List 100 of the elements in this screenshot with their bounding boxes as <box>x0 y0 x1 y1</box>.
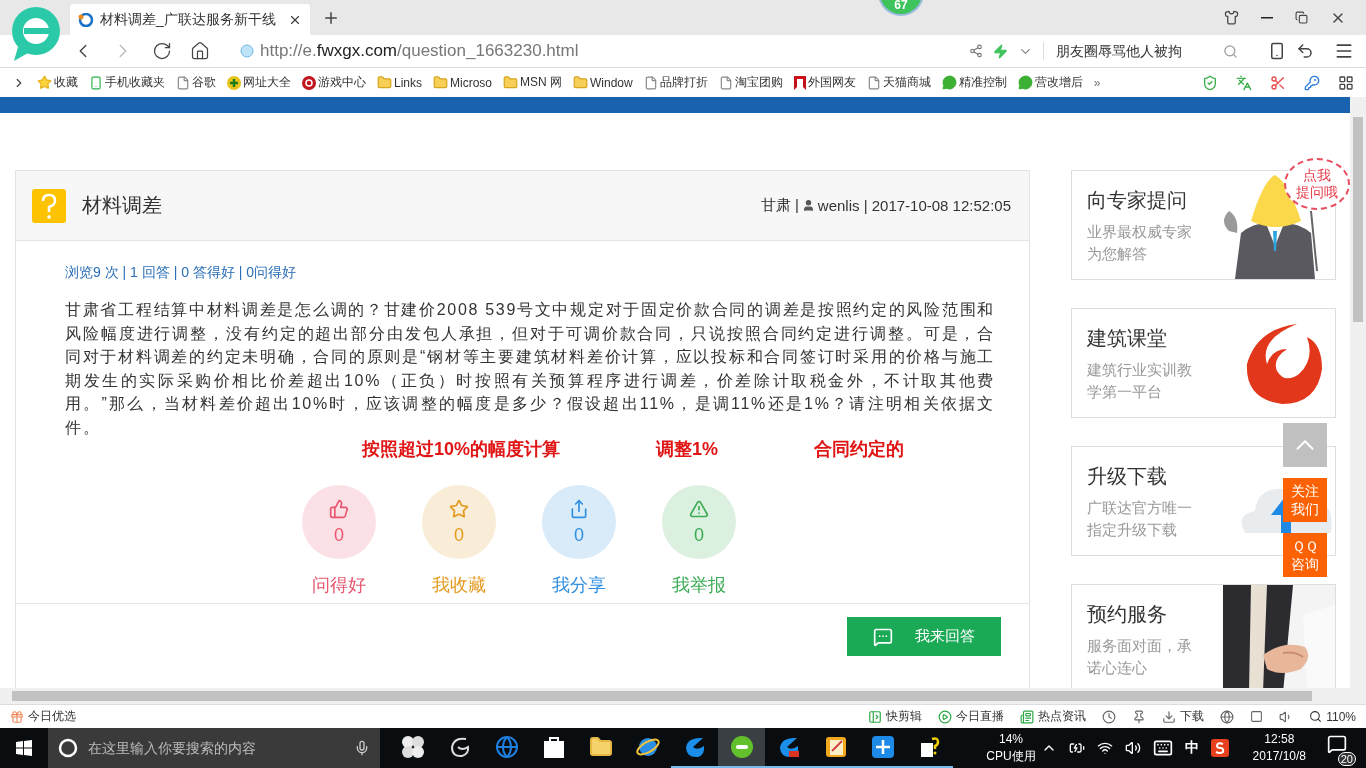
bookmark-link[interactable]: 外国网友 <box>793 74 856 91</box>
bookmark-link[interactable]: 营改增后 <box>1017 74 1083 91</box>
shield-icon[interactable] <box>1202 74 1218 91</box>
notification-button[interactable]: 20 <box>1318 730 1356 766</box>
play-icon <box>938 709 953 724</box>
folder-icon <box>588 735 613 759</box>
question-title: 材料调差 <box>82 193 162 218</box>
pin-icon[interactable] <box>1132 709 1147 724</box>
user-icon <box>801 199 815 212</box>
home-button[interactable] <box>190 41 210 61</box>
tab-title: 材料调差_广联达服务新干线 <box>100 10 277 29</box>
menu-icon[interactable] <box>1334 41 1354 61</box>
share-icon <box>569 498 589 519</box>
promo-card[interactable]: 预约服务 服务面对面，承诺心连心 <box>1071 584 1336 688</box>
apps-icon[interactable] <box>1338 74 1354 91</box>
globe-icon[interactable] <box>1220 709 1235 724</box>
chat-icon <box>873 626 893 647</box>
reload-button[interactable] <box>152 41 172 61</box>
undo-icon[interactable] <box>1296 42 1314 60</box>
bookmark-link[interactable]: 谷歌 <box>176 74 216 91</box>
promo-title: 预约服务 <box>1087 602 1168 627</box>
phone-icon[interactable] <box>1268 42 1286 60</box>
folder-icon <box>377 75 392 90</box>
windows-icon <box>15 740 32 756</box>
bookmark-link[interactable]: 淘宝团购 <box>718 74 783 91</box>
promo-card[interactable]: 建筑课堂 建筑行业实训教学第一平台 <box>1071 308 1336 418</box>
thumbs-up-icon <box>329 498 349 519</box>
share-icon[interactable] <box>969 44 983 58</box>
volume-icon[interactable] <box>1124 740 1141 756</box>
question-icon <box>32 188 66 223</box>
clock-text[interactable]: 12:58 2017/10/8 <box>1252 731 1306 765</box>
taskbar-search-box[interactable]: 在这里输入你要搜索的内容 <box>47 728 381 768</box>
promo-title: 向专家提问 <box>1087 188 1188 213</box>
scissors-icon[interactable] <box>1270 74 1286 91</box>
translate-icon[interactable] <box>1236 74 1252 91</box>
browser-tab[interactable]: 材料调差_广联达服务新干线 <box>70 4 310 35</box>
status-link[interactable]: 今日优选 <box>10 708 76 725</box>
phone-icon <box>89 75 103 90</box>
chat-icon <box>1017 75 1033 90</box>
minimize-icon <box>1261 16 1273 19</box>
status-link[interactable]: 下载 <box>1162 708 1205 725</box>
key-icon[interactable] <box>1304 74 1320 91</box>
count-text: 0 <box>574 524 584 546</box>
vertical-scrollbar[interactable] <box>1350 97 1366 688</box>
clip-icon <box>868 709 883 724</box>
url-field[interactable]: http://e.fwxgx.com/question_1663230.html <box>260 41 579 61</box>
notepad-icon <box>823 735 848 759</box>
bookmark-link[interactable]: 品牌打折 <box>643 74 708 91</box>
bookmark-link[interactable]: 天猫商城 <box>866 74 931 91</box>
cpu-meter[interactable]: 14% CPU使用 <box>981 731 1041 765</box>
star-icon <box>37 75 52 90</box>
star-icon <box>449 498 469 519</box>
more-bookmarks-link[interactable]: » <box>1093 75 1101 90</box>
status-link[interactable]: 热点资讯 <box>1020 708 1087 725</box>
folder-icon <box>573 75 589 90</box>
promo-title: 升级下载 <box>1087 464 1168 489</box>
ime-indicator[interactable]: 中 <box>1184 739 1199 757</box>
bookmark-link[interactable]: 收藏 <box>37 74 78 91</box>
input-method-icon[interactable] <box>1210 739 1229 757</box>
promo-subtitle: 建筑行业实训教学第一平台 <box>1087 360 1193 402</box>
action-label: 我举报 <box>672 574 726 597</box>
status-link[interactable]: 今日直播 <box>938 708 1005 725</box>
bookmark-link[interactable]: 网址大全 <box>227 74 291 91</box>
bookmark-link[interactable]: Links <box>377 75 422 90</box>
zoom-control[interactable]: 110% <box>1309 709 1356 724</box>
status-link[interactable]: 快剪辑 <box>868 708 923 725</box>
wifi-icon[interactable] <box>1096 740 1113 756</box>
keyboard-icon[interactable] <box>1152 738 1173 758</box>
store-icon <box>542 735 565 759</box>
clock-icon[interactable] <box>1102 709 1117 724</box>
gift-icon <box>10 709 24 724</box>
cross-tool-icon <box>870 735 895 759</box>
bookmark-link[interactable]: MSN 网 <box>503 74 563 91</box>
bubble-text: 点我 <box>1303 167 1331 184</box>
annotation-text: 合同约定的 <box>814 438 905 461</box>
taskbar-search-field[interactable]: 在这里输入你要搜索的内容 <box>85 739 347 757</box>
annotation-text: 按照超过10%的幅度计算 <box>362 438 561 461</box>
promo-title: 建筑课堂 <box>1087 326 1168 351</box>
horizontal-scrollbar[interactable] <box>0 688 1366 704</box>
taskbar-app[interactable] <box>718 728 766 768</box>
battery-icon[interactable] <box>1068 740 1085 756</box>
download-icon <box>1162 709 1177 724</box>
bookmark-link[interactable]: Window <box>573 75 633 90</box>
restore-button[interactable] <box>1295 9 1308 26</box>
warning-icon <box>689 498 709 519</box>
globe-icon <box>635 735 660 759</box>
bookmark-link[interactable]: Microso <box>433 75 493 90</box>
bookmark-link[interactable]: 手机收藏夹 <box>89 74 165 91</box>
zoom-icon <box>1309 710 1323 723</box>
promo-subtitle: 广联达官方唯一指定升级下载 <box>1087 498 1193 540</box>
bookmark-link[interactable]: 游戏中心 <box>302 74 366 91</box>
action-label: 我收藏 <box>432 574 486 597</box>
shirt-icon[interactable] <box>1224 9 1239 26</box>
search-icon[interactable] <box>1223 43 1238 59</box>
plus-circle-icon <box>227 75 241 90</box>
promo-subtitle: 服务面对面，承诺心连心 <box>1087 636 1193 678</box>
count-text: 0 <box>454 524 464 546</box>
author-time-text: wenlis | 2017-10-08 12:52:05 <box>817 197 1011 214</box>
bookmark-link[interactable]: 精准控制 <box>941 74 1007 91</box>
window-icon[interactable] <box>1250 710 1264 723</box>
